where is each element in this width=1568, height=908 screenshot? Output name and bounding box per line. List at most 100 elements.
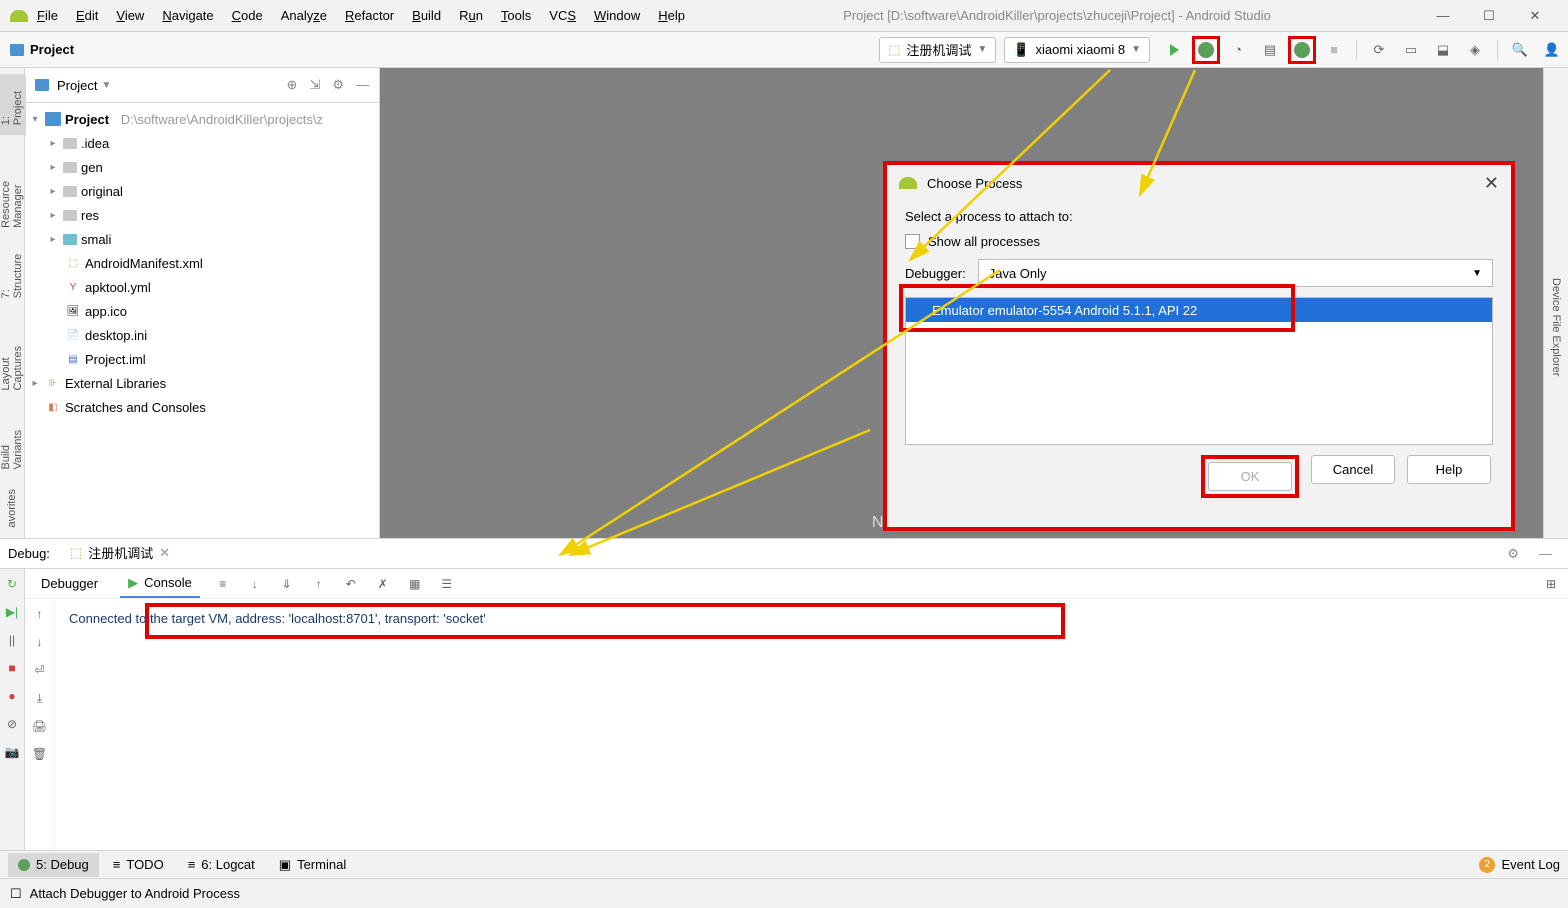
tab-terminal[interactable]: ▣Terminal (269, 853, 356, 877)
step-over-button[interactable]: ≡ (214, 575, 232, 593)
soft-wrap-button[interactable]: ⏎ (31, 661, 49, 679)
resume-button[interactable]: ▶| (3, 603, 21, 621)
tree-folder[interactable]: ▸smali (25, 227, 379, 251)
menu-window[interactable]: Window (585, 8, 649, 23)
menu-navigate[interactable]: Navigate (153, 8, 222, 23)
breadcrumb[interactable]: Project (0, 42, 74, 57)
attach-debugger-button[interactable] (1288, 36, 1316, 64)
camera-button[interactable]: 📷 (3, 743, 21, 761)
rerun-button[interactable]: ↻ (3, 575, 21, 593)
tab-favorites[interactable]: avorites (4, 479, 20, 538)
menu-view[interactable]: View (107, 8, 153, 23)
gear-icon[interactable]: ⚙ (1507, 546, 1519, 562)
tree-folder[interactable]: ▸original (25, 179, 379, 203)
menu-tools[interactable]: Tools (492, 8, 540, 23)
up-button[interactable]: ↑ (31, 605, 49, 623)
debug-button[interactable] (1192, 36, 1220, 64)
tab-layout-captures[interactable]: Layout Captures (0, 309, 26, 401)
breakpoints-button[interactable]: ● (3, 687, 21, 705)
mute-breakpoints-button[interactable]: ⊘ (3, 715, 21, 733)
tree-folder[interactable]: ▸gen (25, 155, 379, 179)
run-config-selector[interactable]: ⬚ 注册机调试 ▼ (879, 37, 996, 63)
help-button[interactable]: Help (1407, 455, 1491, 484)
debug-session-tab[interactable]: ⬚ 注册机调试 ✕ (60, 540, 180, 568)
status-icon[interactable]: ☐ (10, 886, 22, 902)
tab-device-file-explorer[interactable]: Device File Explorer (1548, 268, 1564, 386)
debugger-tab[interactable]: Debugger (33, 570, 106, 598)
gear-icon[interactable]: ⚙ (332, 77, 344, 93)
menu-code[interactable]: Code (223, 8, 272, 23)
search-button[interactable]: 🔍 (1506, 36, 1534, 64)
console-output[interactable]: Connected to the target VM, address: 'lo… (55, 599, 1568, 850)
tab-debug[interactable]: 5: Debug (8, 853, 99, 877)
trace-button[interactable]: ☰ (438, 575, 456, 593)
sdk-manager-button[interactable]: ⬓ (1429, 36, 1457, 64)
evaluate-button[interactable]: ▦ (406, 575, 424, 593)
run-to-cursor-button[interactable]: ✗ (374, 575, 392, 593)
coverage-button[interactable]: ▤ (1256, 36, 1284, 64)
profile-button[interactable]: ◔ (1224, 36, 1252, 64)
user-icon[interactable]: 👤 (1538, 36, 1566, 64)
tab-todo[interactable]: ≡TODO (103, 853, 174, 877)
tree-scratches[interactable]: ◧Scratches and Consoles (25, 395, 379, 419)
tree-file[interactable]: ▤Project.iml (25, 347, 379, 371)
run-button[interactable] (1160, 36, 1188, 64)
step-out-button[interactable]: ↑ (310, 575, 328, 593)
clear-button[interactable]: 🗑 (31, 745, 49, 763)
tree-folder[interactable]: ▸.idea (25, 131, 379, 155)
menu-edit[interactable]: Edit (67, 8, 107, 23)
maximize-button[interactable]: ☐ (1466, 8, 1512, 24)
menu-refactor[interactable]: Refactor (336, 8, 403, 23)
close-icon[interactable]: ✕ (159, 545, 170, 561)
show-all-checkbox[interactable] (905, 234, 920, 249)
project-view-selector[interactable]: Project ▼ (57, 78, 111, 93)
tab-structure[interactable]: 7: Structure (0, 238, 26, 308)
tree-file[interactable]: Yapktool.yml (25, 275, 379, 299)
tree-ext-libs[interactable]: ▸⊪External Libraries (25, 371, 379, 395)
sync-button[interactable]: ⟳ (1365, 36, 1393, 64)
tree-folder[interactable]: ▸res (25, 203, 379, 227)
hide-icon[interactable]: — (356, 77, 369, 93)
minimize-button[interactable]: — (1420, 8, 1466, 23)
event-log-button[interactable]: 2 Event Log (1479, 857, 1560, 873)
process-item[interactable]: Emulator emulator-5554 Android 5.1.1, AP… (906, 298, 1492, 322)
menu-help[interactable]: Help (649, 8, 694, 23)
step-into-button[interactable]: ↓ (246, 575, 264, 593)
cancel-button[interactable]: Cancel (1311, 455, 1395, 484)
ok-button[interactable]: OK (1208, 462, 1292, 491)
force-step-into-button[interactable]: ⇓ (278, 575, 296, 593)
layout-button[interactable]: ⊞ (1542, 575, 1560, 593)
collapse-icon[interactable]: ⇲ (309, 77, 320, 93)
avd-manager-button[interactable]: ▭ (1397, 36, 1425, 64)
tab-build-variants[interactable]: Build Variants (0, 400, 26, 479)
menu-file[interactable]: File (28, 8, 67, 23)
tab-logcat[interactable]: ≡6: Logcat (178, 853, 265, 877)
menu-analyze[interactable]: Analyze (272, 8, 336, 23)
scroll-end-button[interactable]: ⤓ (31, 689, 49, 707)
tree-file[interactable]: 🖼app.ico (25, 299, 379, 323)
menu-build[interactable]: Build (403, 8, 450, 23)
pause-button[interactable]: || (3, 631, 21, 649)
debugger-select[interactable]: Java Only ▼ (978, 259, 1493, 287)
drop-frame-button[interactable]: ↶ (342, 575, 360, 593)
menu-vcs[interactable]: VCS (540, 8, 585, 23)
tab-project[interactable]: 1: Project (0, 74, 26, 135)
down-button[interactable]: ↓ (31, 633, 49, 651)
resource-manager-button[interactable]: ◈ (1461, 36, 1489, 64)
device-selector[interactable]: 📱 xiaomi xiaomi 8 ▼ (1004, 37, 1150, 63)
tab-resource-manager[interactable]: Resource Manager (0, 135, 26, 238)
project-tree[interactable]: ▾Project D:\software\AndroidKiller\proje… (25, 103, 379, 538)
hide-icon[interactable]: — (1539, 546, 1552, 561)
process-list[interactable]: Emulator emulator-5554 Android 5.1.1, AP… (905, 297, 1493, 445)
tree-root[interactable]: ▾Project D:\software\AndroidKiller\proje… (25, 107, 379, 131)
stop-button[interactable]: ■ (3, 659, 21, 677)
menu-run[interactable]: Run (450, 8, 492, 23)
stop-button[interactable]: ■ (1320, 36, 1348, 64)
target-icon[interactable]: ⊕ (287, 77, 298, 93)
tree-file[interactable]: 📄desktop.ini (25, 323, 379, 347)
close-button[interactable]: ✕ (1512, 8, 1558, 24)
tree-file[interactable]: ⬚AndroidManifest.xml (25, 251, 379, 275)
print-button[interactable]: 🖨 (31, 717, 49, 735)
console-tab[interactable]: ▶ Console (120, 570, 200, 598)
close-icon[interactable]: ✕ (1484, 173, 1499, 194)
